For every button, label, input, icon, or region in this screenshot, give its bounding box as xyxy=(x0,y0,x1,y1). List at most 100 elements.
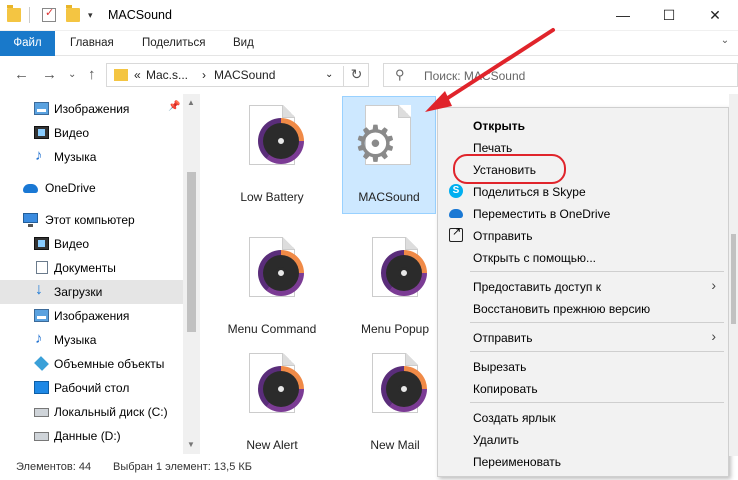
properties-icon[interactable] xyxy=(42,6,56,22)
scroll-up-icon[interactable]: ▲ xyxy=(187,98,195,107)
sidebar-item-data-d[interactable]: Данные (D:) xyxy=(0,424,183,448)
onedrive-icon xyxy=(23,184,38,193)
ribbon-tabs: Файл Главная Поделиться Вид ⌄ xyxy=(0,31,738,149)
minimize-button[interactable]: — xyxy=(600,0,646,31)
up-button[interactable]: ↑ xyxy=(88,66,96,83)
sidebar-item-video[interactable]: Видео xyxy=(0,232,183,256)
install-highlight-ring xyxy=(453,154,566,184)
back-button[interactable]: ← xyxy=(14,66,29,83)
sidebar-item-this-pc[interactable]: Этот компьютер xyxy=(0,208,183,232)
pin-icon[interactable]: 📌 xyxy=(168,101,180,112)
downloads-icon: ↓ xyxy=(35,281,43,298)
menu-separator xyxy=(470,351,724,352)
menu-item-create-shortcut[interactable]: Создать ярлык xyxy=(438,406,728,428)
address-bar[interactable]: « Mac.s... › MACSound ⌄ ↻ xyxy=(106,63,369,87)
sidebar-item-onedrive[interactable]: OneDrive xyxy=(0,176,183,200)
file-name: Low Battery xyxy=(240,190,304,204)
menu-item-label: Переместить в OneDrive xyxy=(473,207,611,221)
folder-icon[interactable] xyxy=(7,5,21,22)
audio-file-icon xyxy=(249,353,304,413)
file-item[interactable]: Low Battery xyxy=(225,97,319,215)
scroll-down-icon[interactable]: ▼ xyxy=(187,440,195,449)
chevron-right-icon[interactable]: › xyxy=(202,68,206,82)
sidebar-item-label: Объемные объекты xyxy=(54,357,165,371)
title-bar: ▾ MACSound — ☐ ✕ xyxy=(0,0,738,31)
video-icon xyxy=(34,126,49,139)
sidebar-item-music[interactable]: ♪ Музыка xyxy=(0,328,183,352)
sidebar-item-desktop[interactable]: Рабочий стол xyxy=(0,376,183,400)
chevron-right-icon: › xyxy=(711,277,716,293)
video-icon xyxy=(34,237,49,250)
window-title: MACSound xyxy=(108,8,172,22)
menu-item-label: Поделиться в Skype xyxy=(473,185,586,199)
menu-item-give-access[interactable]: Предоставить доступ к › xyxy=(438,275,728,297)
quick-access-dropdown-icon[interactable]: ▾ xyxy=(88,10,93,21)
scrollbar-thumb[interactable] xyxy=(731,234,736,324)
menu-item-label: Открыть с помощью... xyxy=(473,251,597,265)
chevron-right-icon: › xyxy=(711,328,716,344)
tab-view[interactable]: Вид xyxy=(233,31,254,56)
ribbon-expand-icon[interactable]: ⌄ xyxy=(717,35,733,51)
sidebar-item-label: OneDrive xyxy=(45,181,96,195)
maximize-button[interactable]: ☐ xyxy=(646,0,692,31)
breadcrumb-segment[interactable]: Mac.s... xyxy=(146,68,188,82)
menu-item-send[interactable]: Отправить xyxy=(438,224,728,246)
sidebar-item-video[interactable]: Видео xyxy=(0,121,183,145)
sidebar-item-3d-objects[interactable]: Объемные объекты xyxy=(0,352,183,376)
search-box[interactable]: ⚲ Поиск: MACSound xyxy=(383,63,738,87)
new-folder-icon[interactable] xyxy=(66,5,80,22)
menu-item-label: Открыть xyxy=(473,119,526,133)
forward-button[interactable]: → xyxy=(42,66,57,83)
menu-item-open[interactable]: Открыть xyxy=(438,114,728,136)
file-name: Menu Command xyxy=(227,322,317,336)
tab-share[interactable]: Поделиться xyxy=(142,31,206,56)
sidebar-item-music[interactable]: ♪ Музыка xyxy=(0,145,183,169)
toolbar-divider xyxy=(29,7,30,23)
menu-item-open-with[interactable]: Открыть с помощью... xyxy=(438,246,728,268)
disk-icon xyxy=(34,408,49,417)
skype-icon: S xyxy=(449,184,463,198)
sidebar-item-local-disk-c[interactable]: Локальный диск (C:) xyxy=(0,400,183,424)
file-item-selected[interactable]: ⚙ MACSound xyxy=(342,96,436,214)
recent-locations-icon[interactable]: ⌄ xyxy=(68,69,76,80)
file-item[interactable]: Menu Popup xyxy=(348,229,442,347)
tab-home[interactable]: Главная xyxy=(70,31,114,56)
navigation-pane: Изображения 📌 Видео ♪ Музыка OneDrive Эт… xyxy=(0,94,183,454)
close-button[interactable]: ✕ xyxy=(692,0,738,31)
sidebar-item-documents[interactable]: Документы xyxy=(0,256,183,280)
sidebar-item-pictures[interactable]: Изображения xyxy=(0,304,183,328)
menu-item-rename[interactable]: Переименовать xyxy=(438,450,728,472)
menu-item-move-onedrive[interactable]: Переместить в OneDrive xyxy=(438,202,728,224)
menu-item-send-to[interactable]: Отправить › xyxy=(438,326,728,348)
menu-item-delete[interactable]: Удалить xyxy=(438,428,728,450)
gear-icon: ⚙ xyxy=(353,116,398,172)
file-name: MACSound xyxy=(358,190,420,204)
menu-separator xyxy=(470,271,724,272)
sidebar-item-label: Видео xyxy=(54,237,90,251)
sidebar-item-downloads[interactable]: ↓ Загрузки xyxy=(0,280,183,304)
file-name: New Mail xyxy=(370,438,420,452)
selection-info: Выбран 1 элемент: 13,5 КБ xyxy=(113,461,252,473)
menu-item-copy[interactable]: Копировать xyxy=(438,377,728,399)
menu-item-cut[interactable]: Вырезать xyxy=(438,355,728,377)
menu-item-label: Предоставить доступ к xyxy=(473,280,601,294)
sidebar-item-label: Локальный диск (C:) xyxy=(54,405,168,419)
breadcrumb-current[interactable]: MACSound xyxy=(214,68,275,82)
menu-item-label: Отправить xyxy=(473,331,533,345)
refresh-button[interactable]: ↻ xyxy=(343,66,369,86)
onedrive-icon xyxy=(449,209,463,218)
file-item[interactable]: New Alert xyxy=(225,345,319,463)
pictures-icon xyxy=(34,309,49,322)
scrollbar-thumb[interactable] xyxy=(187,172,196,332)
file-item[interactable]: Menu Command xyxy=(225,229,319,347)
sidebar-scrollbar[interactable]: ▲ ▼ xyxy=(183,94,200,454)
3d-objects-icon xyxy=(34,356,49,371)
file-item[interactable]: New Mail xyxy=(348,345,442,463)
content-scrollbar[interactable] xyxy=(729,94,738,456)
menu-item-restore-version[interactable]: Восстановить прежнюю версию xyxy=(438,297,728,319)
menu-separator xyxy=(470,322,724,323)
address-dropdown-icon[interactable]: ⌄ xyxy=(325,69,333,80)
menu-item-label: Отправить xyxy=(473,229,533,243)
breadcrumb-overflow[interactable]: « xyxy=(134,68,141,82)
sidebar-item-pictures[interactable]: Изображения 📌 xyxy=(0,97,183,121)
